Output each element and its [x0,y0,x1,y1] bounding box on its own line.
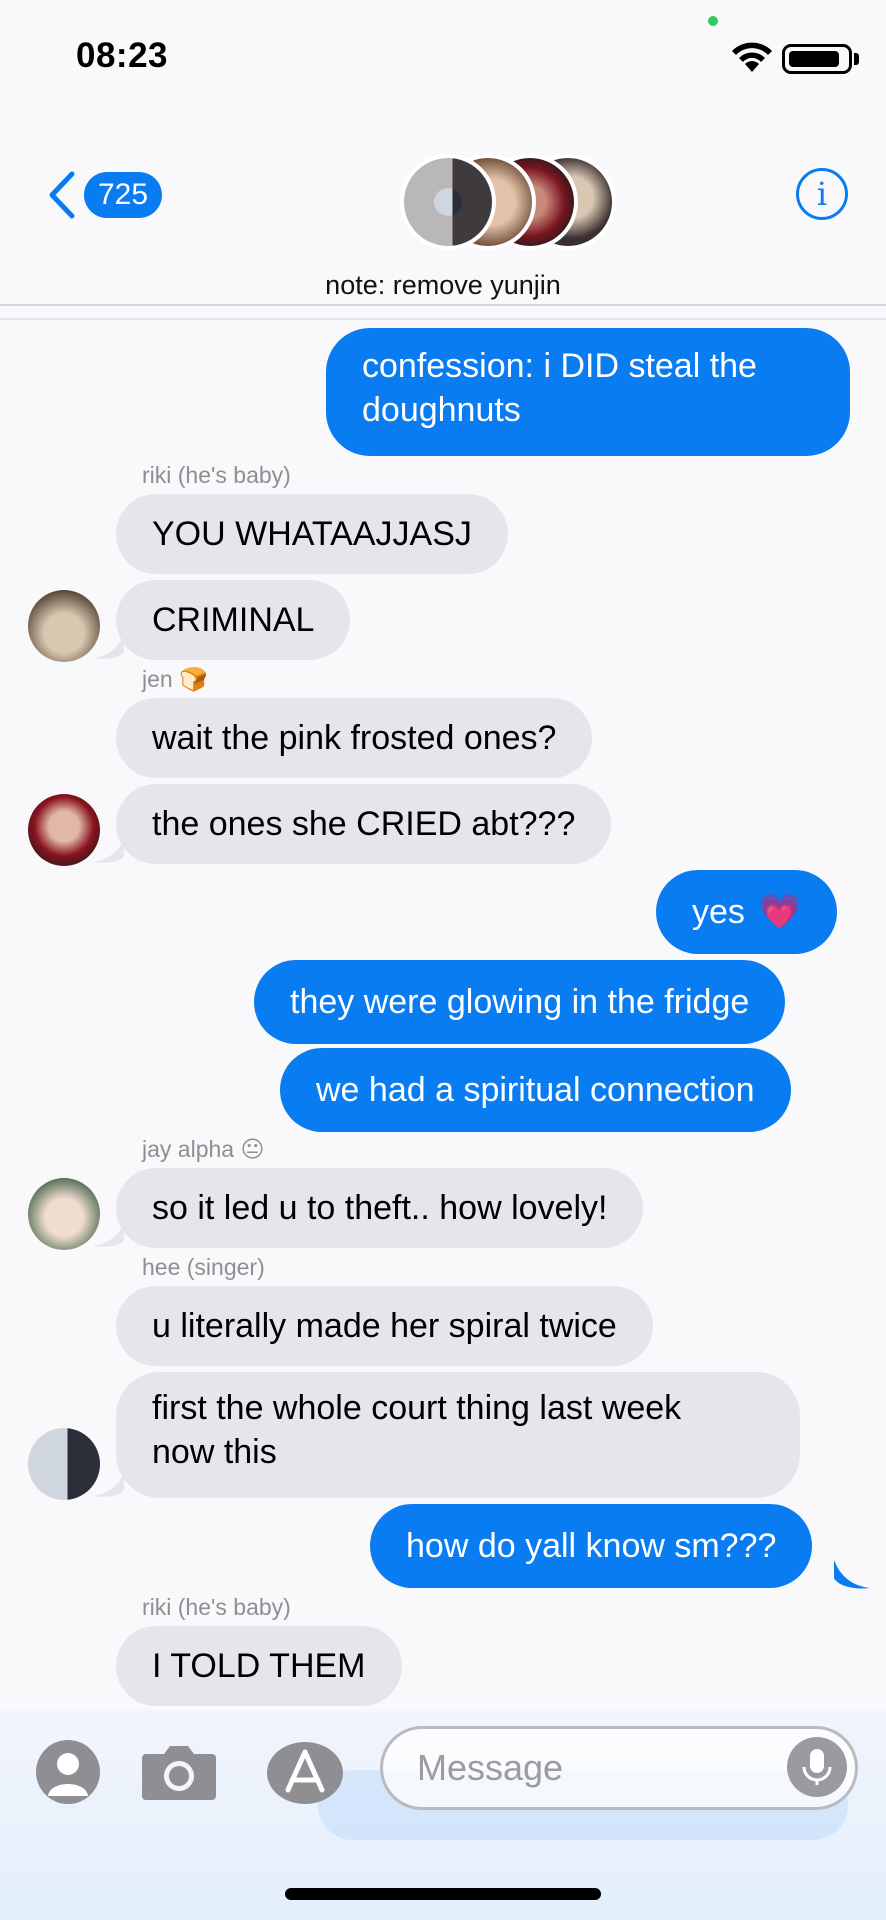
message-bubble-incoming[interactable]: u literally made her spiral twice [116,1286,653,1366]
avatar-jen[interactable] [28,794,100,866]
bubble-tail [94,636,124,659]
bubble-tail [94,1224,124,1247]
sender-name: hee (singer) [142,1254,265,1280]
message-bubble-incoming[interactable]: wait the pink frosted ones? [116,698,593,778]
status-bar: 08:23 [0,0,886,110]
message-bubble-incoming[interactable]: the ones she CRIED abt??? [116,784,612,864]
battery-icon [782,44,852,74]
privacy-indicator-dot [708,16,718,26]
divider [0,318,886,320]
avatar-riki[interactable] [28,590,100,662]
message-bubble-incoming[interactable]: first the whole court thing last week no… [116,1372,800,1498]
chat-screen: 08:23 725 note: remove yunjin i confessi… [0,0,886,1920]
message-text: they were glowing in the fridge [290,983,750,1021]
message-bubble-incoming[interactable]: YOU WHATAAJJASJ [116,494,508,574]
message-emoji: 💗 [758,893,802,931]
bubble-tail [834,1560,870,1589]
group-avatars[interactable] [400,154,630,254]
message-bubble-outgoing[interactable]: confession: i DID steal the doughnuts [326,328,850,456]
avatar-jay[interactable] [28,1178,100,1250]
microphone-icon[interactable] [787,1737,847,1797]
message-bubble-incoming[interactable]: CRIMINAL [116,580,351,660]
message-line: now this [152,1433,277,1471]
info-icon[interactable]: i [796,168,848,220]
message-bubble-outgoing[interactable]: we had a spiritual connection [280,1048,791,1132]
message-text: yes [692,893,745,931]
message-text: YOU WHATAAJJASJ [152,515,472,553]
message-bubble-outgoing[interactable]: they were glowing in the fridge [254,960,786,1044]
message-bubble-outgoing[interactable]: yes 💗 [656,870,838,954]
message-bubble-incoming[interactable]: so it led u to theft.. how lovely! [116,1168,644,1248]
unread-count-badge[interactable]: 725 [84,172,163,218]
bubble-tail [94,840,124,863]
battery-tip [854,53,859,65]
camera-icon[interactable] [140,1742,218,1802]
sender-name: jen 🍞 [142,666,208,692]
message-text: wait the pink frosted ones? [152,719,557,757]
chevron-left-icon[interactable] [46,170,76,220]
avatar-hee[interactable] [28,1428,100,1500]
message-text: so it led u to theft.. how lovely! [152,1189,608,1227]
message-input-placeholder: Message [417,1747,564,1788]
message-line: confession: i DID steal the [362,347,757,385]
message-bubble-outgoing[interactable]: how do yall know sm??? [370,1504,813,1588]
wifi-icon [732,42,772,72]
sender-name: riki (he's baby) [142,462,291,488]
message-text: how do yall know sm??? [406,1527,777,1565]
message-text: we had a spiritual connection [316,1071,755,1109]
sender-name: riki (he's baby) [142,1594,291,1620]
sender-name: jay alpha 😐 [142,1136,265,1162]
bubble-tail [94,1474,124,1497]
message-text: the ones she CRIED abt??? [152,805,576,843]
message-text: CRIMINAL [152,601,315,639]
message-text: I TOLD THEM [152,1647,366,1685]
status-time: 08:23 [76,36,169,75]
message-text: u literally made her spiral twice [152,1307,617,1345]
contact-icon[interactable] [36,1740,100,1804]
message-line: first the whole court thing last week [152,1389,682,1427]
message-input[interactable]: Message [380,1726,858,1810]
message-line: doughnuts [362,391,521,429]
conversation-header: 725 note: remove yunjin i [0,110,886,306]
group-avatar-1 [400,154,496,250]
message-bubble-incoming[interactable]: I TOLD THEM [116,1626,402,1706]
home-indicator[interactable] [285,1888,601,1900]
group-name[interactable]: note: remove yunjin [0,270,886,301]
app-store-icon[interactable] [264,1740,346,1806]
